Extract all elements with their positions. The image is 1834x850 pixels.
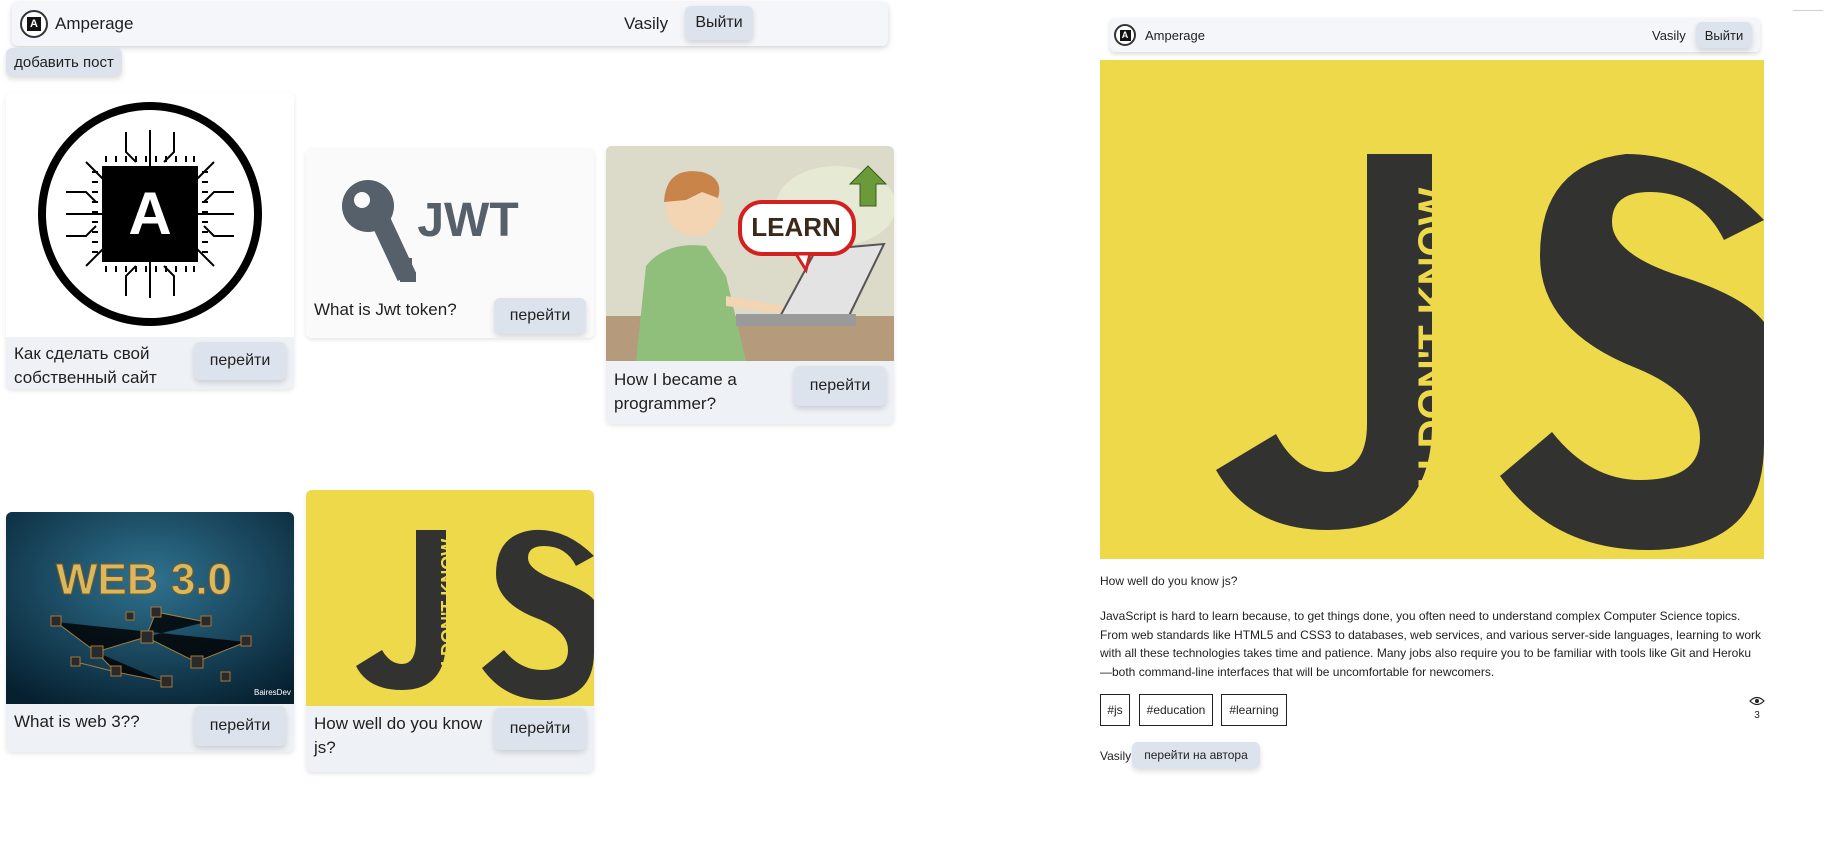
tag-js[interactable]: #js — [1100, 694, 1130, 726]
views-count: 3 — [1754, 710, 1760, 721]
chip-letter: A — [128, 180, 171, 247]
go-to-author-button[interactable]: перейти на автора — [1132, 742, 1260, 768]
eye-icon — [1749, 696, 1765, 706]
brand-name[interactable]: Amperage — [55, 14, 133, 34]
scroll-indicator — [1793, 10, 1823, 11]
amperage-chip-image: A — [6, 92, 294, 337]
post-title: What is web 3?? — [14, 712, 140, 731]
learn-illustration-image: LEARN — [606, 146, 894, 361]
open-post-button[interactable]: перейти — [494, 708, 586, 750]
post-card: A Как сделать свой собственный сайт пере… — [6, 92, 294, 389]
post-body: JavaScript is hard to learn because, to … — [1100, 609, 1761, 679]
post-cover-image: YOU DON'T KNOW — [1100, 60, 1764, 559]
post-title: How well do you know js? — [1100, 574, 1238, 588]
ydk-text: YOU DON'T KNOW — [1411, 187, 1455, 546]
post-title: What is Jwt token? — [314, 300, 457, 319]
username: Vasily — [624, 14, 669, 33]
open-post-button[interactable]: перейти — [194, 342, 286, 380]
amperage-logo-icon[interactable]: A — [1114, 24, 1136, 46]
post-title: Как сделать свой собственный сайт — [14, 344, 157, 387]
open-post-button[interactable]: перейти — [194, 706, 286, 746]
open-post-button[interactable]: перейти — [794, 366, 886, 406]
post-card: LEARN How I became a programmer? перейти — [606, 146, 894, 424]
logout-button[interactable]: Выйти — [685, 6, 753, 40]
open-post-button[interactable]: перейти — [494, 298, 586, 334]
amperage-logo-icon[interactable]: A — [20, 10, 48, 38]
navbar: A Amperage Vasily Выйти — [1110, 18, 1760, 52]
js-cover-image: YOU DON'T KNOW — [306, 490, 594, 706]
navbar: A Amperage Vasily Выйти — [12, 2, 888, 46]
post-author: Vasily — [1100, 749, 1132, 763]
post-title: How I became a programmer? — [614, 370, 737, 413]
add-post-button[interactable]: добавить пост — [6, 48, 122, 76]
brand-name[interactable]: Amperage — [1145, 28, 1205, 43]
tag-education[interactable]: #education — [1139, 694, 1213, 726]
web3-brand-text: BairesDev — [254, 688, 291, 697]
learn-text: LEARN — [751, 212, 841, 242]
logout-button[interactable]: Выйти — [1696, 22, 1752, 48]
jwt-text: JWT — [417, 194, 518, 247]
web3-image: WEB 3.0 BairesDev — [6, 512, 294, 704]
ydk-text: YOU DON'T KNOW — [438, 539, 458, 700]
username: Vasily — [1652, 28, 1686, 43]
web3-text: WEB 3.0 — [56, 555, 232, 604]
post-card: JWT What is Jwt token? перейти — [306, 148, 594, 338]
tag-learning[interactable]: #learning — [1221, 694, 1287, 726]
views-counter: 3 — [1748, 693, 1766, 721]
post-card: YOU DON'T KNOW How well do you know js? … — [306, 490, 594, 772]
post-card: WEB 3.0 BairesDev What is web 3?? перейт… — [6, 512, 294, 752]
post-title: How well do you know js? — [314, 714, 483, 757]
